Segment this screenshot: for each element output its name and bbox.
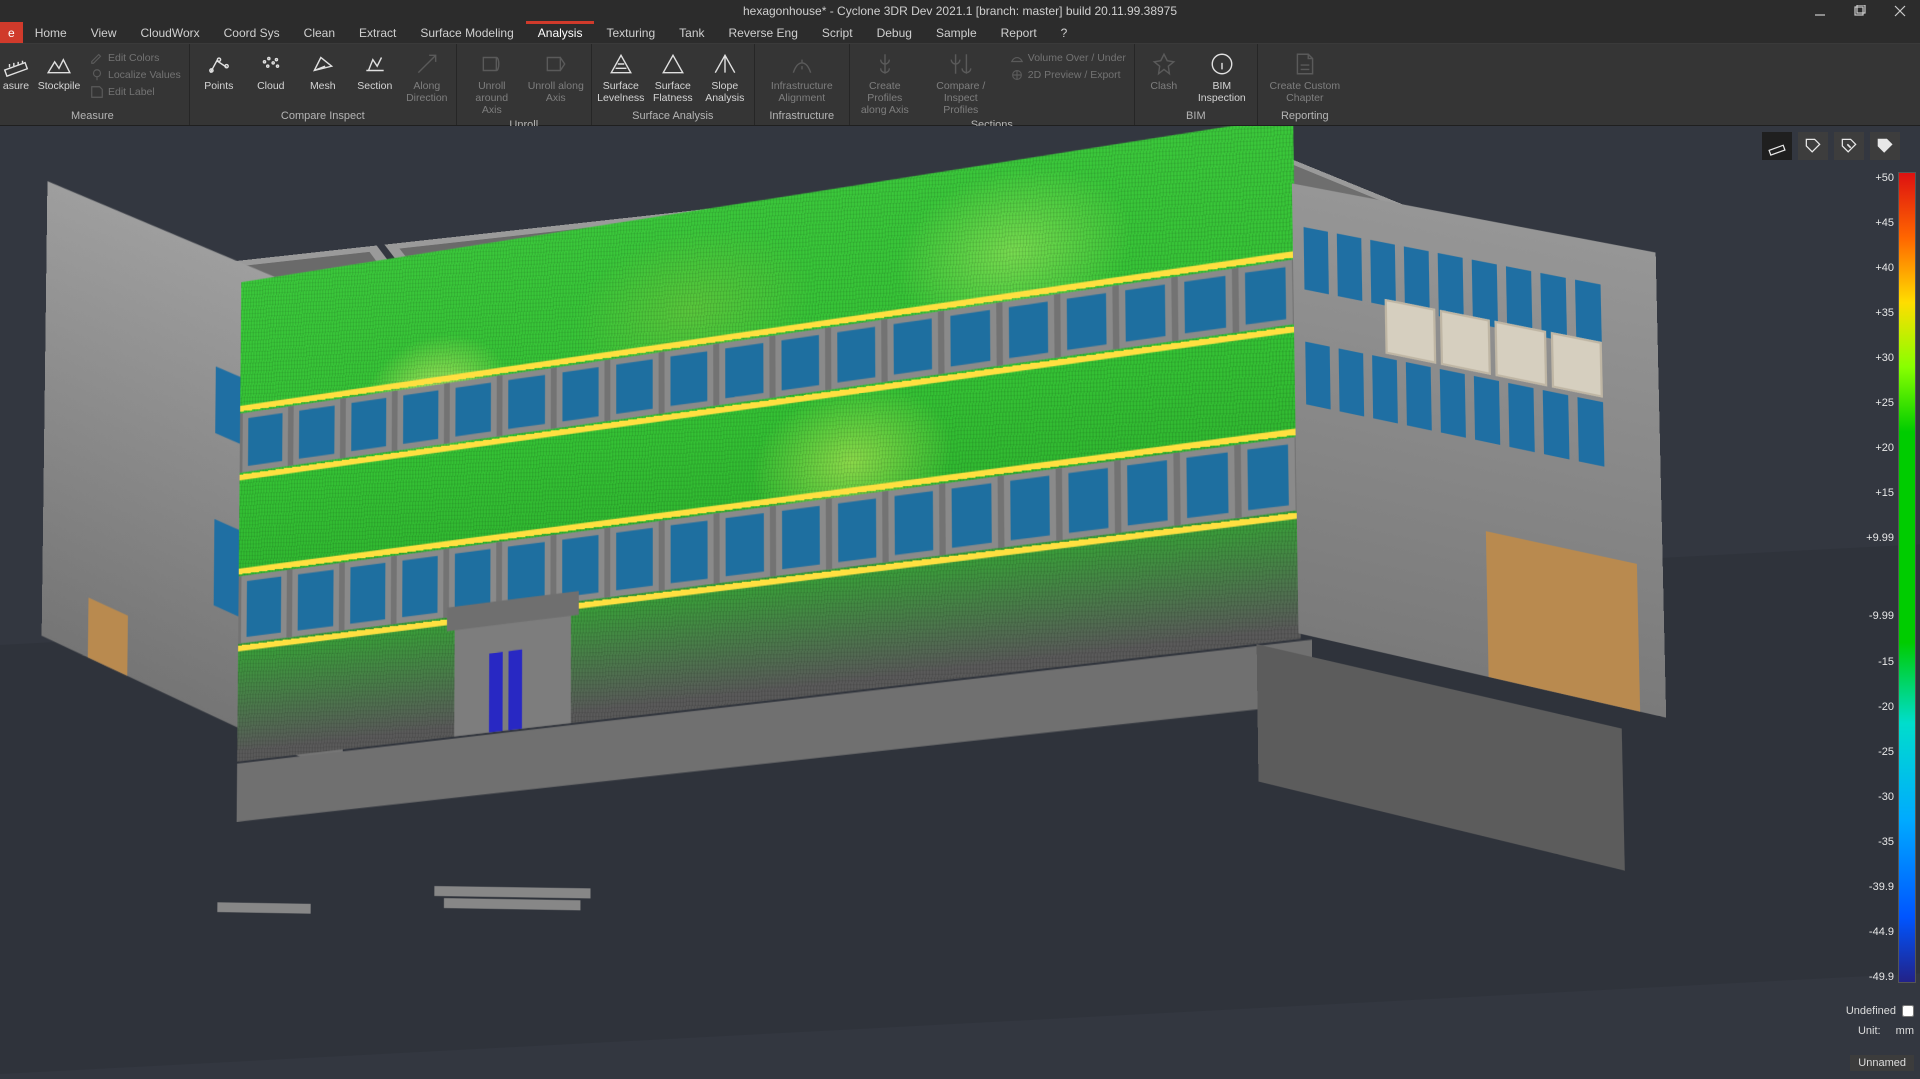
- along-direction-button[interactable]: Along Direction: [402, 48, 452, 106]
- sections-subcol: Volume Over / Under 2D Preview / Export: [1006, 48, 1130, 83]
- profiles-axis-icon: [872, 50, 898, 78]
- tab-coord-sys[interactable]: Coord Sys: [212, 22, 292, 43]
- legend-footer: Undefined Unit: mm: [1846, 1001, 1914, 1041]
- compare-profiles-icon: [946, 50, 976, 78]
- ribbon-group-infrastructure: Infrastructure Alignment Infrastructure: [755, 44, 850, 125]
- mesh-button[interactable]: Mesh: [298, 48, 348, 94]
- unroll-along-axis-button[interactable]: Unroll along Axis: [525, 48, 587, 106]
- building-model: [34, 126, 1920, 1045]
- edit-colors-button[interactable]: Edit Colors: [86, 50, 185, 66]
- legend-unit-value: mm: [1896, 1021, 1914, 1041]
- tab-help[interactable]: ?: [1049, 22, 1080, 43]
- legend-undefined-label: Undefined: [1846, 1001, 1896, 1021]
- localize-values-button[interactable]: Localize Values: [86, 67, 185, 83]
- levelness-icon: [608, 50, 634, 78]
- tab-cloudworx[interactable]: CloudWorx: [129, 22, 212, 43]
- minimize-button[interactable]: [1800, 0, 1840, 22]
- color-legend[interactable]: +50 +45 +40 +35 +30 +25 +20 +15 +9.99 -9…: [1848, 166, 1916, 989]
- slope-analysis-button[interactable]: Slope Analysis: [700, 48, 750, 106]
- cloud-icon: [258, 50, 284, 78]
- bim-inspection-button[interactable]: BIM Inspection: [1191, 48, 1253, 106]
- edit-label-button[interactable]: Edit Label: [86, 84, 185, 100]
- legend-undefined-checkbox[interactable]: [1902, 1005, 1914, 1017]
- tab-file[interactable]: e: [0, 22, 23, 43]
- tab-home[interactable]: Home: [23, 22, 79, 43]
- window-buttons: [1800, 0, 1920, 22]
- hud-label-toggle[interactable]: [1798, 132, 1828, 160]
- clash-button[interactable]: Clash: [1139, 48, 1189, 94]
- legend-unit-label: Unit:: [1858, 1021, 1881, 1041]
- cloud-button[interactable]: Cloud: [246, 48, 296, 94]
- tab-report[interactable]: Report: [989, 22, 1049, 43]
- tab-debug[interactable]: Debug: [865, 22, 924, 43]
- infra-alignment-button[interactable]: Infrastructure Alignment: [759, 48, 845, 106]
- create-custom-chapter-button[interactable]: Create Custom Chapter: [1262, 48, 1348, 106]
- measure-button[interactable]: asure: [0, 48, 32, 94]
- section-button[interactable]: Section: [350, 48, 400, 94]
- ribbon-group-compare-inspect: Points Cloud Mesh Section Along Directio…: [190, 44, 457, 125]
- ribbon-group-surface-analysis: Surface Levelness Surface Flatness Slope…: [592, 44, 755, 125]
- flatness-icon: [660, 50, 686, 78]
- ribbon-group-reporting: Create Custom Chapter Reporting: [1258, 44, 1352, 125]
- surface-levelness-button[interactable]: Surface Levelness: [596, 48, 646, 106]
- unroll-around-icon: [478, 50, 506, 78]
- legend-labels: +50 +45 +40 +35 +30 +25 +20 +15 +9.99 -9…: [1848, 166, 1898, 989]
- info-icon: [1209, 50, 1235, 78]
- right-wing-wall: [1292, 183, 1666, 717]
- slope-icon: [712, 50, 738, 78]
- tab-reverse-eng[interactable]: Reverse Eng: [717, 22, 810, 43]
- mesh-icon: [310, 50, 336, 78]
- window-title: hexagonhouse* - Cyclone 3DR Dev 2021.1 […: [743, 4, 1177, 18]
- ribbon-group-bim: Clash BIM Inspection BIM: [1135, 44, 1258, 125]
- tab-surface-modeling[interactable]: Surface Modeling: [408, 22, 525, 43]
- viewport-3d[interactable]: +50 +45 +40 +35 +30 +25 +20 +15 +9.99 -9…: [0, 126, 1920, 1079]
- arrow-diagonal-icon: [414, 50, 440, 78]
- hud-tag-toggle[interactable]: [1870, 132, 1900, 160]
- tab-extract[interactable]: Extract: [347, 22, 408, 43]
- unroll-along-icon: [542, 50, 570, 78]
- tab-texturing[interactable]: Texturing: [594, 22, 667, 43]
- legend-gradient-bar: [1898, 172, 1916, 983]
- hud-section-toggle[interactable]: [1834, 132, 1864, 160]
- surface-flatness-button[interactable]: Surface Flatness: [648, 48, 698, 106]
- compare-inspect-profiles-button[interactable]: Compare / Inspect Profiles: [918, 48, 1004, 118]
- points-icon: [206, 50, 232, 78]
- window-band-lower: [238, 428, 1299, 651]
- unroll-around-axis-button[interactable]: Unroll around Axis: [461, 48, 523, 118]
- close-button[interactable]: [1880, 0, 1920, 22]
- window-band-upper: [240, 251, 1297, 480]
- menu-tab-strip: e Home View CloudWorx Coord Sys Clean Ex…: [0, 22, 1920, 44]
- tab-clean[interactable]: Clean: [292, 22, 347, 43]
- ribbon-group-sections: Create Profiles along Axis Compare / Ins…: [850, 44, 1135, 125]
- tab-script[interactable]: Script: [810, 22, 865, 43]
- stockpile-button[interactable]: Stockpile: [34, 48, 84, 94]
- volume-over-under-button[interactable]: Volume Over / Under: [1006, 50, 1130, 66]
- viewport-hud: [1762, 132, 1900, 160]
- road-icon: [787, 50, 817, 78]
- status-view-tab[interactable]: Unnamed: [1850, 1055, 1914, 1071]
- section-icon: [362, 50, 388, 78]
- tab-sample[interactable]: Sample: [924, 22, 989, 43]
- create-profiles-along-axis-button[interactable]: Create Profiles along Axis: [854, 48, 916, 118]
- ruler-icon: [3, 50, 29, 78]
- tab-tank[interactable]: Tank: [667, 22, 716, 43]
- title-bar: hexagonhouse* - Cyclone 3DR Dev 2021.1 […: [0, 0, 1920, 22]
- entrance: [454, 600, 571, 743]
- ribbon: asure Stockpile Edit Colors Localize Val…: [0, 44, 1920, 126]
- tab-analysis[interactable]: Analysis: [526, 22, 595, 43]
- ribbon-group-unroll: Unroll around Axis Unroll along Axis Unr…: [457, 44, 592, 125]
- hud-measure-toggle[interactable]: [1762, 132, 1792, 160]
- report-icon: [1291, 50, 1319, 78]
- maximize-button[interactable]: [1840, 0, 1880, 22]
- points-button[interactable]: Points: [194, 48, 244, 94]
- measure-subcol: Edit Colors Localize Values Edit Label: [86, 48, 185, 100]
- ribbon-group-measure: asure Stockpile Edit Colors Localize Val…: [0, 44, 190, 125]
- stockpile-icon: [46, 50, 72, 78]
- preview-export-button[interactable]: 2D Preview / Export: [1006, 67, 1130, 83]
- clash-icon: [1151, 50, 1177, 78]
- tab-view[interactable]: View: [79, 22, 129, 43]
